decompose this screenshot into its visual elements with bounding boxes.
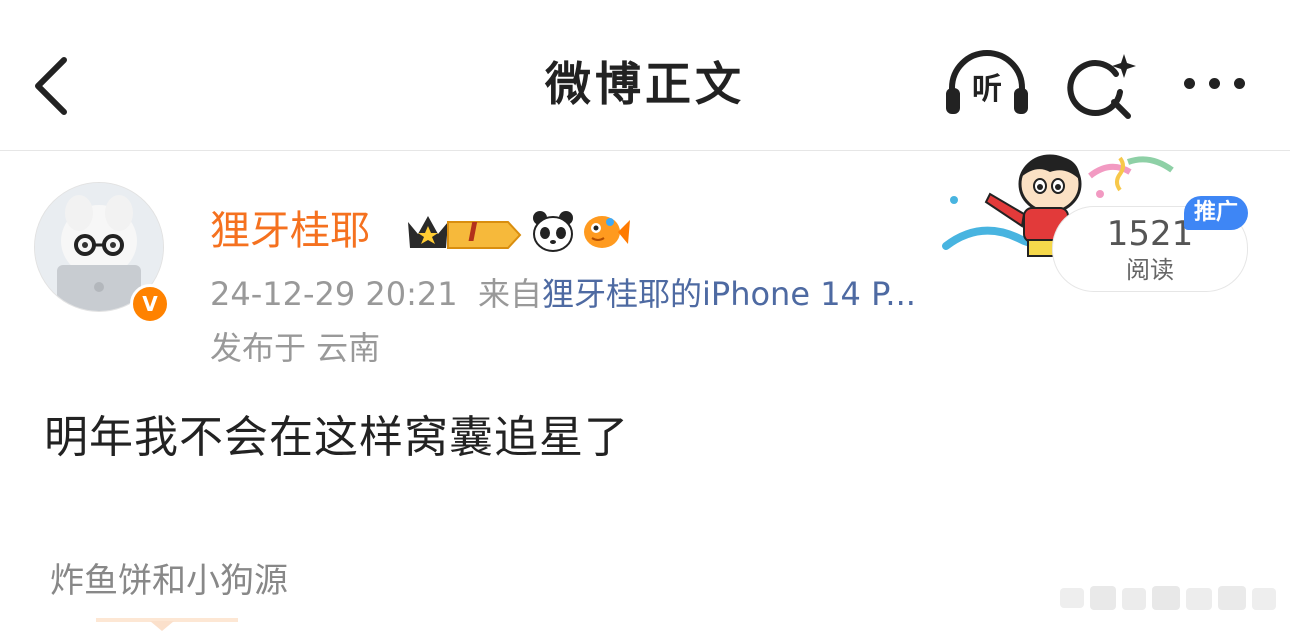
read-label: 阅读	[1126, 256, 1174, 284]
more-dot	[1184, 78, 1195, 89]
top-nav-bar: 微博正文 听	[0, 0, 1290, 151]
author-name[interactable]: 狸牙桂耶	[210, 204, 370, 258]
more-button[interactable]	[1178, 60, 1252, 108]
verified-badge: V	[130, 284, 170, 324]
more-dot	[1209, 78, 1220, 89]
post-meta: 24-12-29 20:21 来自狸牙桂耶的iPhone 14 P...	[210, 272, 916, 316]
member-level: I	[468, 218, 478, 248]
search-sparkle-icon	[1067, 54, 1136, 119]
post-source-link[interactable]: 狸牙桂耶的iPhone 14 P...	[542, 275, 916, 313]
crown-icon	[408, 216, 522, 249]
author-avatar[interactable]: V	[34, 182, 170, 324]
listen-button[interactable]: 听	[942, 48, 1032, 118]
search-button[interactable]	[1064, 52, 1136, 122]
super-topic-tag[interactable]: 炸鱼饼和小狗源	[50, 558, 288, 604]
post-timestamp: 24-12-29 20:21	[210, 275, 458, 313]
post-location: 发布于 云南	[210, 329, 381, 367]
post-text: 明年我不会在这样窝囊追星了	[44, 412, 629, 463]
listen-label: 听	[972, 72, 1002, 107]
member-badge[interactable]: I	[404, 210, 524, 256]
source-prefix: 来自	[477, 275, 542, 313]
promo-badge: 推广	[1184, 196, 1248, 230]
blurred-watermark	[1060, 578, 1280, 618]
more-dot	[1234, 78, 1245, 89]
panda-badge-icon	[530, 208, 576, 254]
tag-caret	[150, 621, 174, 631]
fish-badge-icon	[580, 208, 630, 254]
